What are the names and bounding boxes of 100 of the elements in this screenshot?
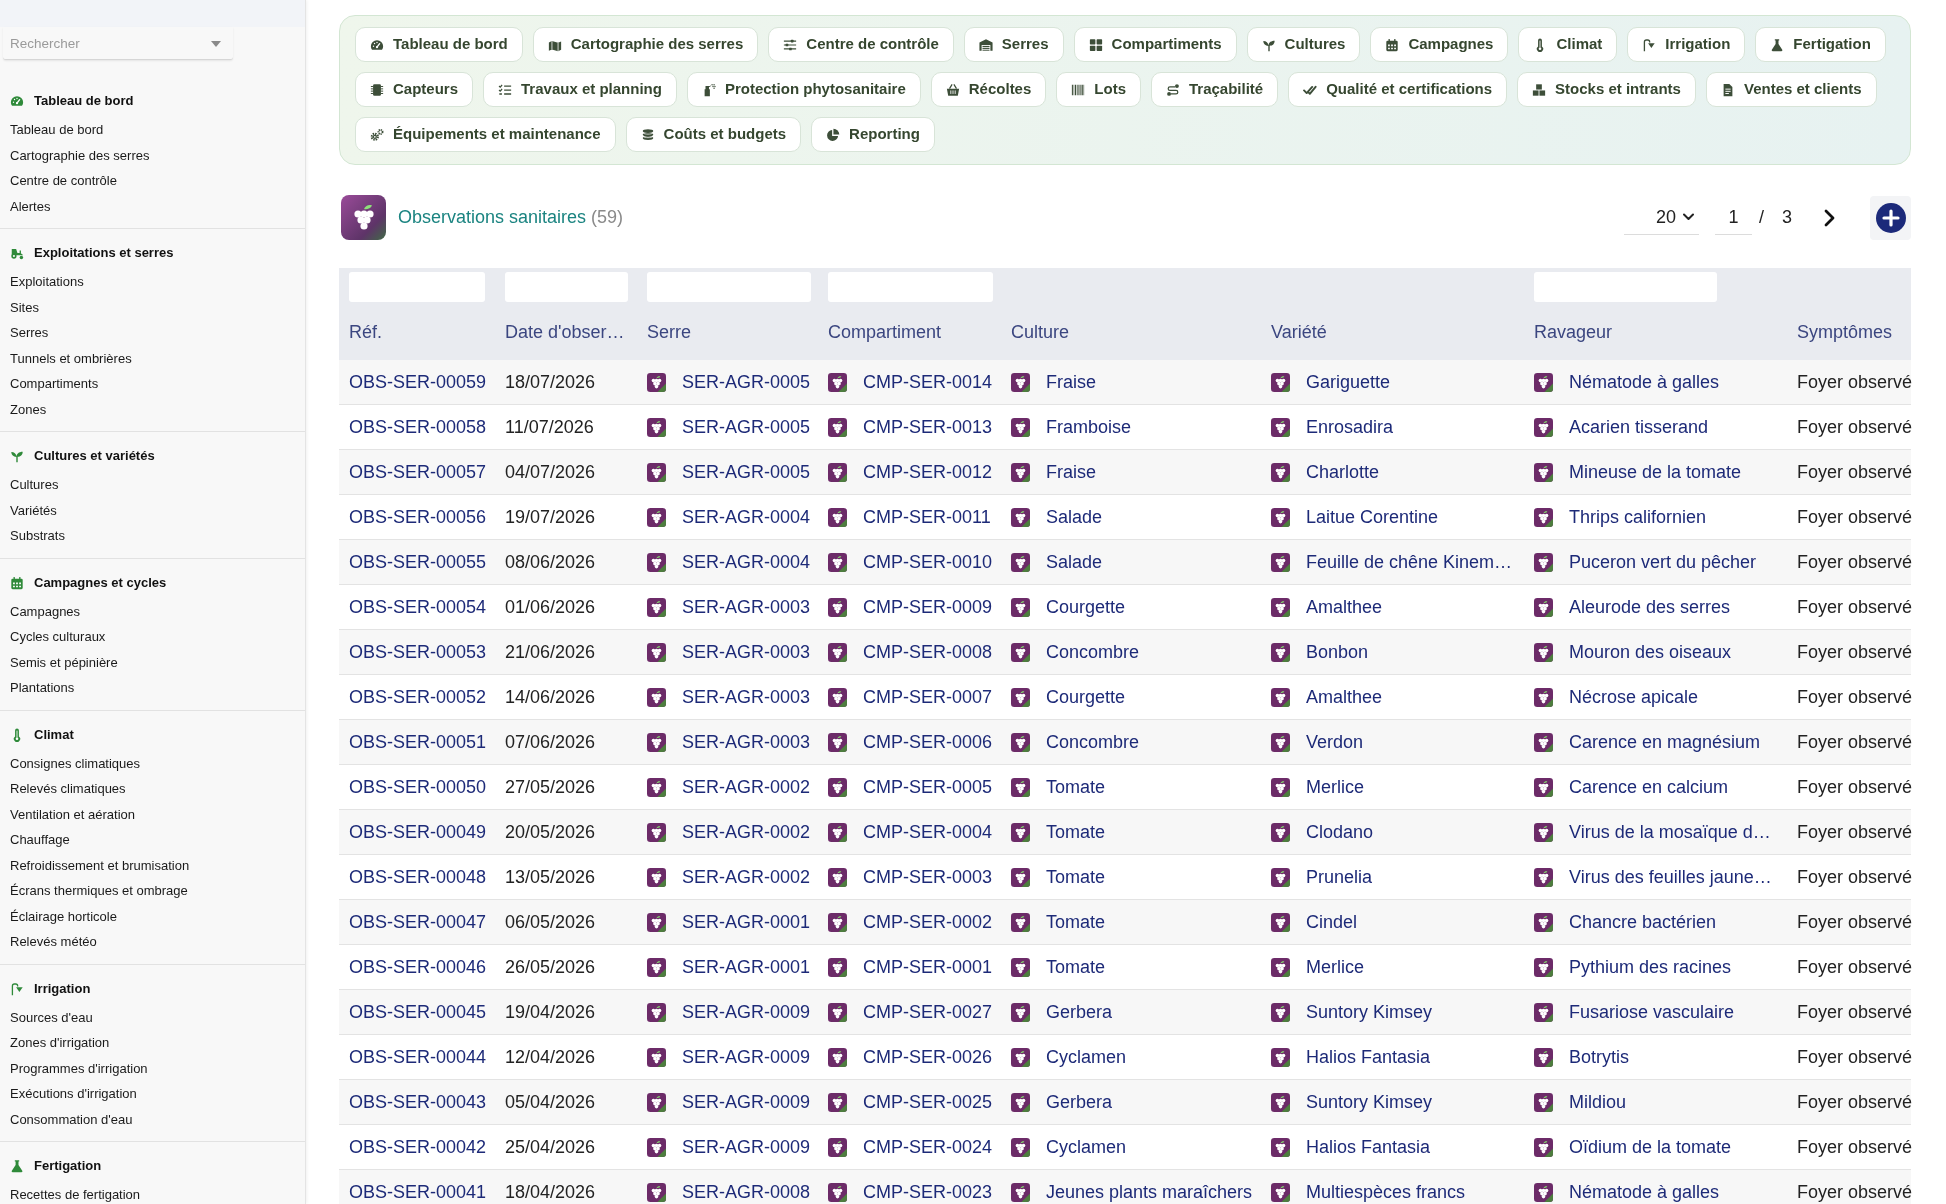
table-link[interactable]: Gerbera [1046, 1001, 1113, 1023]
table-link[interactable]: Cindel [1306, 911, 1358, 933]
nav-button[interactable]: Cultures [1246, 27, 1361, 62]
nav-button[interactable]: Qualité et certifications [1288, 72, 1508, 107]
table-link[interactable]: CMP-SER-0013 [863, 416, 993, 438]
table-link[interactable]: Aleurode des serres [1569, 596, 1731, 618]
table-link[interactable]: Gariguette [1306, 371, 1391, 393]
sidebar-item[interactable]: Éclairage horticole [10, 906, 117, 926]
record-link[interactable]: OBS-SER-00058 [349, 416, 487, 438]
table-link[interactable]: Concombre [1046, 641, 1140, 663]
table-link[interactable]: Tomate [1046, 776, 1106, 798]
table-link[interactable]: Chancre bactérien [1569, 911, 1717, 933]
sidebar-item[interactable]: Substrats [10, 526, 65, 546]
sidebar-item[interactable]: Consignes climatiques [10, 753, 141, 773]
sidebar-item[interactable]: Compartiments [10, 374, 99, 394]
table-link[interactable]: Thrips californien [1569, 506, 1707, 528]
table-link[interactable]: CMP-SER-0014 [863, 371, 993, 393]
column-header[interactable]: Symptômes [1797, 322, 1893, 343]
table-link[interactable]: Merlice [1306, 776, 1364, 798]
table-link[interactable]: Mineuse de la tomate [1569, 461, 1742, 483]
record-link[interactable]: OBS-SER-00052 [349, 686, 487, 708]
nav-button[interactable]: Coûts et budgets [625, 117, 802, 152]
nav-button[interactable]: Centre de contrôle [768, 27, 954, 62]
nav-button[interactable]: Cartographie des serres [532, 27, 759, 62]
table-link[interactable]: Halios Fantasia [1306, 1046, 1431, 1068]
sidebar-item[interactable]: Plantations [10, 678, 75, 698]
page-size-select[interactable]: 20 [1623, 200, 1699, 235]
record-link[interactable]: OBS-SER-00050 [349, 776, 487, 798]
sidebar-item[interactable]: Tableau de bord [10, 120, 104, 140]
record-link[interactable]: OBS-SER-00047 [349, 911, 487, 933]
table-link[interactable]: SER-AGR-0005 [682, 416, 811, 438]
record-link[interactable]: OBS-SER-00053 [349, 641, 487, 663]
table-link[interactable]: Suntory Kimsey [1306, 1001, 1433, 1023]
nav-button[interactable]: Serres [963, 27, 1064, 62]
table-link[interactable]: SER-AGR-0009 [682, 1001, 811, 1023]
sidebar-item[interactable]: Relevés météo [10, 932, 97, 952]
table-link[interactable]: CMP-SER-0004 [863, 821, 993, 843]
table-link[interactable]: SER-AGR-0003 [682, 641, 811, 663]
column-header[interactable]: Compartiment [828, 322, 942, 343]
nav-button[interactable]: Traçabilité [1151, 72, 1279, 107]
table-link[interactable]: CMP-SER-0010 [863, 551, 993, 573]
table-link[interactable]: Nématode à galles [1569, 371, 1720, 393]
table-link[interactable]: Bonbon [1306, 641, 1369, 663]
sidebar-item[interactable]: Tunnels et ombrières [10, 348, 132, 368]
table-link[interactable]: Multiespèces francs [1306, 1181, 1466, 1203]
sidebar-item[interactable]: Semis et pépinière [10, 652, 118, 672]
table-link[interactable]: CMP-SER-0006 [863, 731, 993, 753]
table-link[interactable]: Mouron des oiseaux [1569, 641, 1732, 663]
table-link[interactable]: SER-AGR-0009 [682, 1046, 811, 1068]
nav-button[interactable]: Stocks et intrants [1517, 72, 1696, 107]
table-link[interactable]: CMP-SER-0005 [863, 776, 993, 798]
nav-button[interactable]: Lots [1056, 72, 1141, 107]
table-link[interactable]: Tomate [1046, 866, 1106, 888]
table-link[interactable]: CMP-SER-0007 [863, 686, 993, 708]
sidebar-item[interactable]: Cycles culturaux [10, 627, 106, 647]
table-link[interactable]: Salade [1046, 506, 1103, 528]
nav-button[interactable]: Récoltes [930, 72, 1047, 107]
table-link[interactable]: SER-AGR-0005 [682, 371, 811, 393]
table-link[interactable]: Puceron vert du pêcher [1569, 551, 1757, 573]
nav-button[interactable]: Fertigation [1755, 27, 1886, 62]
table-link[interactable]: Jeunes plants maraîchers [1046, 1181, 1253, 1203]
table-link[interactable]: SER-AGR-0002 [682, 866, 811, 888]
search-field[interactable]: Rechercher [3, 27, 233, 60]
table-link[interactable]: SER-AGR-0003 [682, 686, 811, 708]
table-link[interactable]: Merlice [1306, 956, 1364, 978]
table-link[interactable]: CMP-SER-0002 [863, 911, 993, 933]
nav-button[interactable]: Compartiments [1073, 27, 1237, 62]
table-link[interactable]: SER-AGR-0009 [682, 1136, 811, 1158]
column-header[interactable]: Date d'obser… [505, 322, 625, 343]
table-link[interactable]: CMP-SER-0027 [863, 1001, 993, 1023]
nav-button[interactable]: Reporting [811, 117, 935, 152]
sidebar-item[interactable]: Refroidissement et brumisation [10, 855, 190, 875]
table-link[interactable]: CMP-SER-0026 [863, 1046, 993, 1068]
table-link[interactable]: Tomate [1046, 911, 1106, 933]
record-link[interactable]: OBS-SER-00048 [349, 866, 487, 888]
nav-button[interactable]: Protection phytosanitaire [686, 72, 921, 107]
record-link[interactable]: OBS-SER-00057 [349, 461, 487, 483]
table-link[interactable]: Halios Fantasia [1306, 1136, 1431, 1158]
nav-button[interactable]: Capteurs [355, 72, 474, 107]
table-link[interactable]: SER-AGR-0004 [682, 551, 811, 573]
table-link[interactable]: Laitue Corentine [1306, 506, 1439, 528]
table-link[interactable]: CMP-SER-0025 [863, 1091, 993, 1113]
table-link[interactable]: Fusariose vasculaire [1569, 1001, 1735, 1023]
table-link[interactable]: Framboise [1046, 416, 1132, 438]
sidebar-item[interactable]: Variétés [10, 500, 57, 520]
record-link[interactable]: OBS-SER-00059 [349, 371, 487, 393]
nav-button[interactable]: Équipements et maintenance [355, 117, 616, 152]
table-link[interactable]: Oïdium de la tomate [1569, 1136, 1732, 1158]
sidebar-item[interactable]: Programmes d'irrigation [10, 1058, 148, 1078]
table-link[interactable]: Virus des feuilles jaune… [1569, 866, 1772, 888]
sidebar-item[interactable]: Consommation d'eau [10, 1109, 133, 1129]
table-link[interactable]: Botrytis [1569, 1046, 1629, 1068]
table-link[interactable]: Courgette [1046, 596, 1126, 618]
nav-button[interactable]: Irrigation [1627, 27, 1746, 62]
table-link[interactable]: SER-AGR-0009 [682, 1091, 811, 1113]
table-link[interactable]: SER-AGR-0001 [682, 911, 811, 933]
column-header[interactable]: Culture [1011, 322, 1070, 343]
table-link[interactable]: CMP-SER-0023 [863, 1181, 993, 1203]
sidebar-item[interactable]: Serres [10, 323, 49, 343]
sidebar-item[interactable]: Campagnes [10, 601, 81, 621]
